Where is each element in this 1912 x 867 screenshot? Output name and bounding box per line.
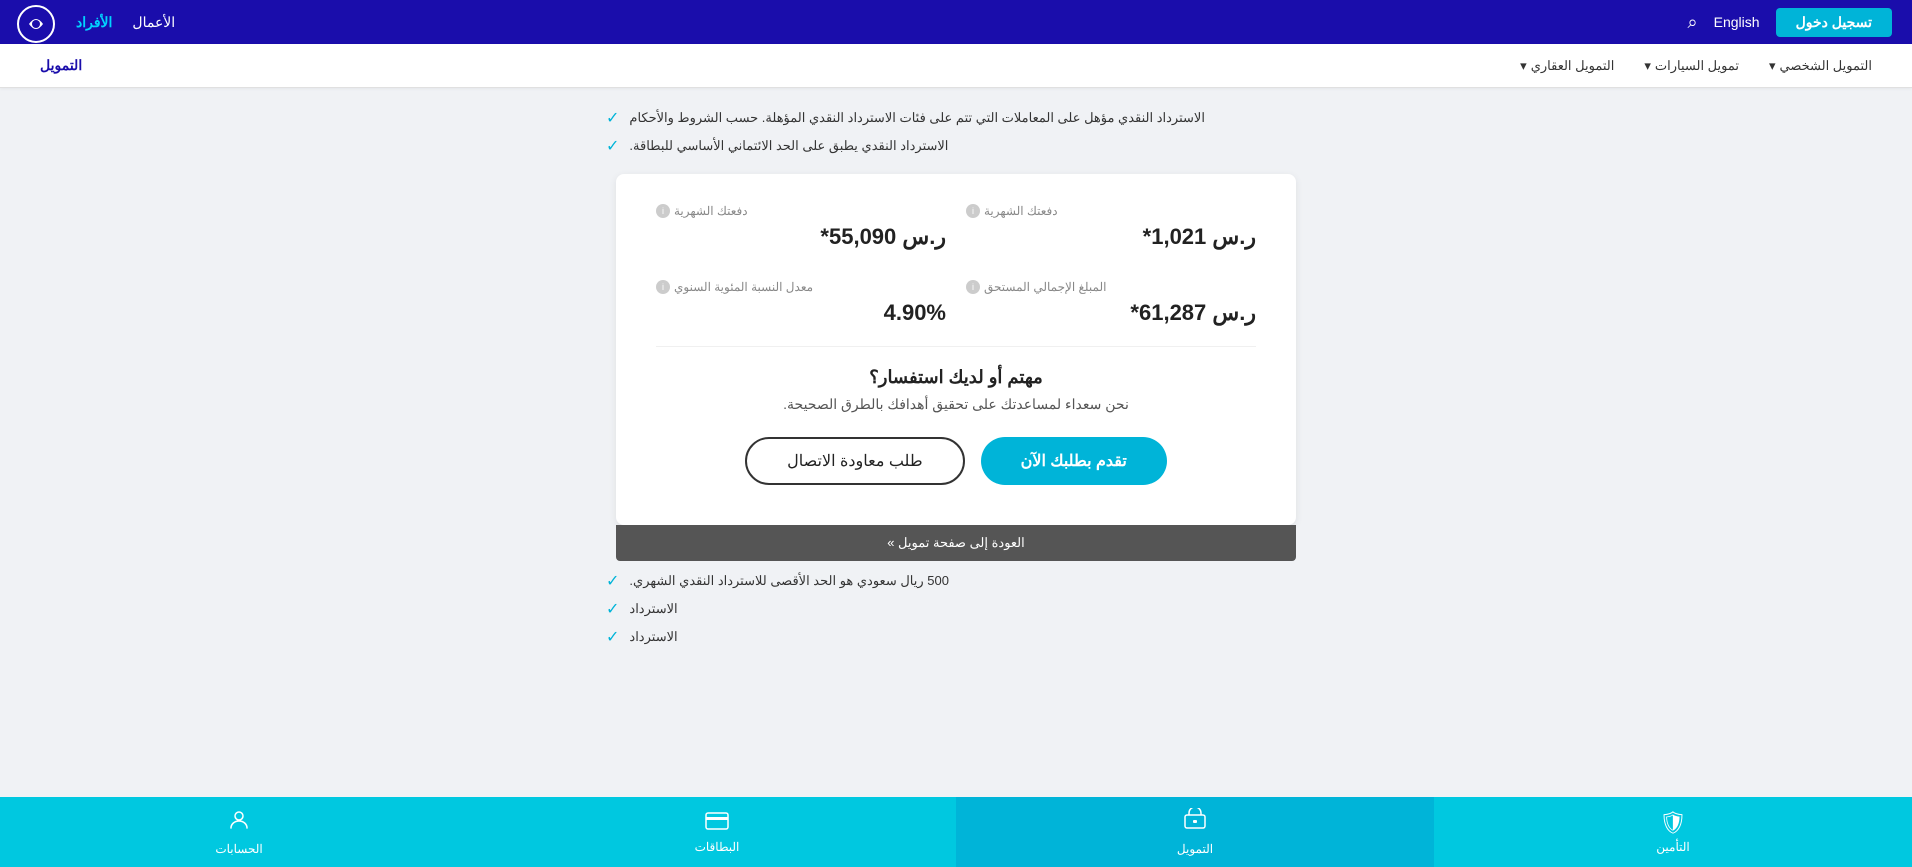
subnav-personal[interactable]: التمويل الشخصي ▾ <box>1769 58 1872 74</box>
bottom-nav-accounts-label: الحسابات <box>215 842 262 856</box>
logo-icon <box>20 4 56 40</box>
info-card: دفعتك الشهرية i ر.س 1,021* دفعتك الشهرية… <box>616 174 1296 525</box>
card-fields: دفعتك الشهرية i ر.س 1,021* دفعتك الشهرية… <box>656 204 1256 326</box>
header-right: تسجيل دخول English ⌕ <box>1688 8 1892 37</box>
field-label-1: دفعتك الشهرية i <box>966 204 1256 218</box>
field-value-1: ر.س 1,021* <box>966 224 1256 250</box>
info-icon-1[interactable]: i <box>966 204 980 218</box>
accounts-icon <box>227 808 251 838</box>
bottom-nav-finance-label: التمويل <box>1177 842 1213 856</box>
header-left: الأعمال الأفراد <box>20 4 175 40</box>
nav-individuals[interactable]: الأفراد <box>76 14 112 31</box>
search-icon[interactable]: ⌕ <box>1688 12 1698 33</box>
field-value-4: 4.90% <box>656 300 946 326</box>
cards-icon <box>705 810 729 836</box>
checklist-text-2: الاسترداد النقدي يطبق على الحد الائتماني… <box>629 138 948 154</box>
bottom-nav-cards[interactable]: البطاقات <box>478 797 956 867</box>
sub-nav-title: التمويل <box>40 57 82 74</box>
login-button[interactable]: تسجيل دخول <box>1776 8 1892 37</box>
cta-title: مهتم أو لديك استفسار؟ <box>656 367 1256 388</box>
chevron-down-icon: ▾ <box>1769 58 1776 74</box>
sub-nav: التمويل الشخصي ▾ تمويل السيارات ▾ التموي… <box>0 44 1912 88</box>
chevron-down-icon: ▾ <box>1644 58 1651 74</box>
apply-now-button[interactable]: تقدم بطلبك الآن <box>981 437 1167 485</box>
check-icon-3: ✓ <box>606 571 619 591</box>
callback-button[interactable]: طلب معاودة الاتصال <box>745 437 964 485</box>
footer-checklist-item-3: الاسترداد ✓ <box>606 627 1306 647</box>
subnav-real-estate[interactable]: التمويل العقاري ▾ <box>1520 58 1614 74</box>
cta-subtitle: نحن سعداء لمساعدتك على تحقيق أهدافك بالط… <box>656 396 1256 413</box>
sub-nav-items: التمويل الشخصي ▾ تمويل السيارات ▾ التموي… <box>1520 58 1872 74</box>
bottom-nav-accounts[interactable]: الحسابات <box>0 797 478 867</box>
subnav-cars-label: تمويل السيارات <box>1655 58 1739 74</box>
footer-checklist-text-2: الاسترداد <box>629 601 677 617</box>
chevron-down-icon: ▾ <box>1520 58 1527 74</box>
field-monthly-payment-1: دفعتك الشهرية i ر.س 1,021* <box>966 204 1256 250</box>
field-label-4: معدل النسبة المئوية السنوي i <box>656 280 946 294</box>
subnav-personal-label: التمويل الشخصي <box>1780 58 1872 74</box>
checklist-item-1: الاسترداد النقدي مؤهل على المعاملات التي… <box>606 108 1306 128</box>
check-icon-1: ✓ <box>606 108 619 128</box>
subnav-cars[interactable]: تمويل السيارات ▾ <box>1644 58 1739 74</box>
footer-checklist-text-1: 500 ريال سعودي هو الحد الأقصى للاسترداد … <box>629 573 949 589</box>
field-total-amount: المبلغ الإجمالي المستحق i ر.س 61,287* <box>966 280 1256 326</box>
footer-checklist: 500 ريال سعودي هو الحد الأقصى للاسترداد … <box>606 571 1306 655</box>
field-label-3: المبلغ الإجمالي المستحق i <box>966 280 1256 294</box>
field-annual-rate: معدل النسبة المئوية السنوي i 4.90% <box>656 280 946 326</box>
info-icon-3[interactable]: i <box>966 280 980 294</box>
cta-section: مهتم أو لديك استفسار؟ نحن سعداء لمساعدتك… <box>656 346 1256 495</box>
main-content: الاسترداد النقدي مؤهل على المعاملات التي… <box>0 88 1912 675</box>
subnav-real-estate-label: التمويل العقاري <box>1531 58 1615 74</box>
field-label-2: دفعتك الشهرية i <box>656 204 946 218</box>
check-icon-5: ✓ <box>606 627 619 647</box>
field-value-3: ر.س 61,287* <box>966 300 1256 326</box>
bottom-nav-finance[interactable]: التمويل <box>956 797 1434 867</box>
field-value-2: ر.س 55,090* <box>656 224 946 250</box>
back-bar[interactable]: العودة إلى صفحة تمويل » <box>616 525 1296 561</box>
field-monthly-payment-2: دفعتك الشهرية i ر.س 55,090* <box>656 204 946 250</box>
top-checklist: الاسترداد النقدي مؤهل على المعاملات التي… <box>606 108 1306 164</box>
bottom-nav: 🛡 التأمين التمويل البطاقات الح <box>0 797 1912 867</box>
insurance-icon: 🛡 <box>1659 810 1687 836</box>
footer-checklist-item-2: الاسترداد ✓ <box>606 599 1306 619</box>
checklist-item-2: الاسترداد النقدي يطبق على الحد الائتماني… <box>606 136 1306 156</box>
bottom-nav-insurance-label: التأمين <box>1656 840 1689 854</box>
footer-checklist-item-1: 500 ريال سعودي هو الحد الأقصى للاسترداد … <box>606 571 1306 591</box>
check-icon-4: ✓ <box>606 599 619 619</box>
bottom-nav-insurance[interactable]: 🛡 التأمين <box>1434 797 1912 867</box>
check-icon-2: ✓ <box>606 136 619 156</box>
cta-buttons: تقدم بطلبك الآن طلب معاودة الاتصال <box>656 437 1256 485</box>
bottom-nav-cards-label: البطاقات <box>695 840 740 854</box>
checklist-text-1: الاسترداد النقدي مؤهل على المعاملات التي… <box>629 110 1205 126</box>
info-icon-2[interactable]: i <box>656 204 670 218</box>
header: تسجيل دخول English ⌕ الأعمال الأفراد <box>0 0 1912 44</box>
info-icon-4[interactable]: i <box>656 280 670 294</box>
footer-checklist-text-3: الاسترداد <box>629 629 677 645</box>
finance-icon <box>1183 808 1207 838</box>
language-switch[interactable]: English <box>1714 14 1760 30</box>
nav-business[interactable]: الأعمال <box>132 14 175 31</box>
